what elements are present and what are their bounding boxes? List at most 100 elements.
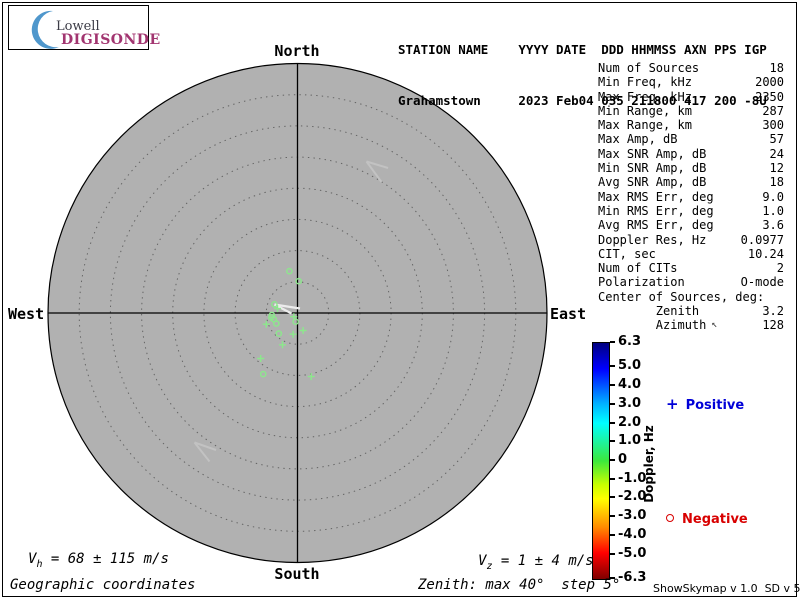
stat-row: Min SNR Amp, dB 12	[598, 161, 784, 175]
stat-row: Num of Sources 18	[598, 61, 784, 75]
colorbar-tick-label: 6.3	[618, 334, 642, 349]
colorbar-tick	[610, 459, 615, 461]
circle-marker-icon	[666, 514, 674, 522]
colorbar-tick	[610, 402, 615, 405]
stat-value: 0.0977	[740, 232, 784, 247]
colorbar-tick	[610, 533, 615, 536]
compass-label-south: South	[274, 565, 320, 583]
stat-label: Doppler Res, Hz	[598, 232, 707, 247]
stat-label: Center of Sources, deg:	[598, 289, 765, 304]
stat-label: Min Range, km	[598, 103, 692, 118]
stat-value: 24	[769, 146, 784, 161]
stat-row: Max Amp, dB 57	[598, 132, 784, 146]
stat-row: Azimuth ↖ 128	[598, 318, 784, 332]
stat-value: 3.2	[762, 304, 784, 319]
stat-label: Zenith	[598, 304, 700, 319]
colorbar-tick	[610, 515, 615, 518]
stat-row: CIT, sec 10.24	[598, 247, 784, 261]
colorbar-tick-label: -3.0	[618, 508, 647, 524]
stats-panel: Num of Sources 18 Min Freq, kHz 2000 Max Fre…	[598, 61, 784, 333]
stat-label: Max Freq, kHz	[598, 89, 692, 104]
colorbar-tick-label: -6.3	[618, 570, 647, 585]
stat-value: 128	[762, 318, 784, 333]
stat-label: Azimuth	[598, 318, 707, 333]
stat-value: 2	[776, 261, 784, 276]
stat-row: Avg SNR Amp, dB 18	[598, 175, 784, 189]
stat-row: Polarization O-mode	[598, 275, 784, 289]
stat-label: CIT, sec	[598, 246, 656, 261]
stat-row: Zenith 3.2	[598, 304, 784, 318]
stat-value: 18	[769, 61, 784, 75]
colorbar-tick	[610, 341, 615, 343]
vertical-velocity-readout: Vz = 1 ± 4 m/s	[478, 553, 594, 572]
stat-row: Min Freq, kHz 2000	[598, 75, 784, 89]
colorbar-tick	[610, 496, 615, 499]
stat-row: Max SNR Amp, dB 24	[598, 147, 784, 161]
colorbar-tick-label: 5.0	[618, 358, 642, 374]
stat-value: 10.24	[747, 246, 784, 261]
zenith-scale-note: Zenith: max 40° step 5°	[418, 577, 621, 593]
azimuth-direction-icon: ↖	[711, 319, 718, 331]
colorbar-tick	[610, 421, 615, 424]
colorbar-tick-label: 1.0	[618, 433, 642, 449]
stat-row: Num of CITs 2	[598, 261, 784, 275]
stat-value: 9.0	[762, 189, 784, 204]
compass-label-north: North	[274, 42, 320, 60]
colorbar-tick	[610, 477, 615, 480]
legend-negative-label: Negative	[682, 512, 748, 527]
stat-value: 12	[769, 161, 784, 176]
legend-negative: Negative	[666, 512, 748, 527]
legend-positive-label: Positive	[685, 398, 745, 413]
colorbar-tick-label: -5.0	[618, 545, 647, 561]
stat-label: Max Amp, dB	[598, 132, 678, 147]
colorbar-tick-label: 4.0	[618, 377, 642, 393]
compass-label-east: East	[550, 305, 587, 323]
stat-value: O-mode	[740, 275, 784, 290]
stat-label: Min RMS Err, deg	[598, 203, 714, 218]
colorbar-tick-label: 0	[618, 452, 628, 467]
stat-row: Max Freq, kHz 2350	[598, 90, 784, 104]
stat-label: Max Range, km	[598, 118, 692, 133]
stat-label: Min SNR Amp, dB	[598, 161, 707, 176]
colorbar-axis-title: Doppler, Hz	[642, 425, 656, 503]
stat-value: 18	[769, 175, 784, 190]
plus-marker-icon: +	[666, 395, 679, 413]
colorbar-tick-label: 2.0	[618, 414, 642, 430]
stat-value: 2350	[755, 89, 784, 104]
horizontal-velocity-readout: Vh = 68 ± 115 m/s	[28, 551, 169, 570]
stat-value: 300	[762, 118, 784, 133]
lowell-digisonde-logo: Lowell DIGISONDE	[8, 5, 160, 50]
stat-label: Polarization	[598, 275, 685, 290]
stat-value: 2000	[755, 75, 784, 90]
stat-label: Avg RMS Err, deg	[598, 218, 714, 233]
stat-row: Min Range, km 287	[598, 104, 784, 118]
colorbar-tick	[610, 365, 615, 368]
colorbar-tick	[610, 552, 615, 555]
stat-row: Min RMS Err, deg 1.0	[598, 204, 784, 218]
legend-positive: + Positive	[666, 395, 744, 413]
colorbar-tick-label: -4.0	[618, 526, 647, 542]
stat-row: Center of Sources, deg:	[598, 290, 784, 304]
logo-text-digisonde: DIGISONDE	[61, 32, 161, 48]
stat-value: 1.0	[762, 203, 784, 218]
coordinate-system-label: Geographic coordinates	[10, 577, 196, 593]
header-columns-row: STATION NAME YYYY DATE DDD HHMMSS AXN PP…	[398, 42, 767, 57]
stat-label: Num of CITs	[598, 261, 678, 276]
stat-value: 287	[762, 103, 784, 118]
stat-row: Doppler Res, Hz 0.0977	[598, 233, 784, 247]
stat-label: Min Freq, kHz	[598, 75, 692, 90]
compass-label-west: West	[8, 305, 45, 323]
stat-value: 57	[769, 132, 784, 147]
stat-row: Avg RMS Err, deg 3.6	[598, 218, 784, 232]
stat-row: Max Range, km 300	[598, 118, 784, 132]
stat-label: Max RMS Err, deg	[598, 189, 714, 204]
stat-label: Num of Sources	[598, 61, 700, 75]
stat-label: Max SNR Amp, dB	[598, 146, 707, 161]
colorbar-tick-label: 3.0	[618, 395, 642, 411]
colorbar-tick	[610, 384, 615, 387]
stat-value: 3.6	[762, 218, 784, 233]
stat-label: Avg SNR Amp, dB	[598, 175, 707, 190]
doppler-colorbar: 6.3 5.0 4.0 3.0 2.0 1.0 0 -1.0 -2.0 -3.0 -4.0 -5.0-…	[592, 334, 792, 585]
stat-row: Max RMS Err, deg 9.0	[598, 190, 784, 204]
software-version-label: ShowSkymap v 1.0 SD v 5.1	[653, 582, 800, 595]
